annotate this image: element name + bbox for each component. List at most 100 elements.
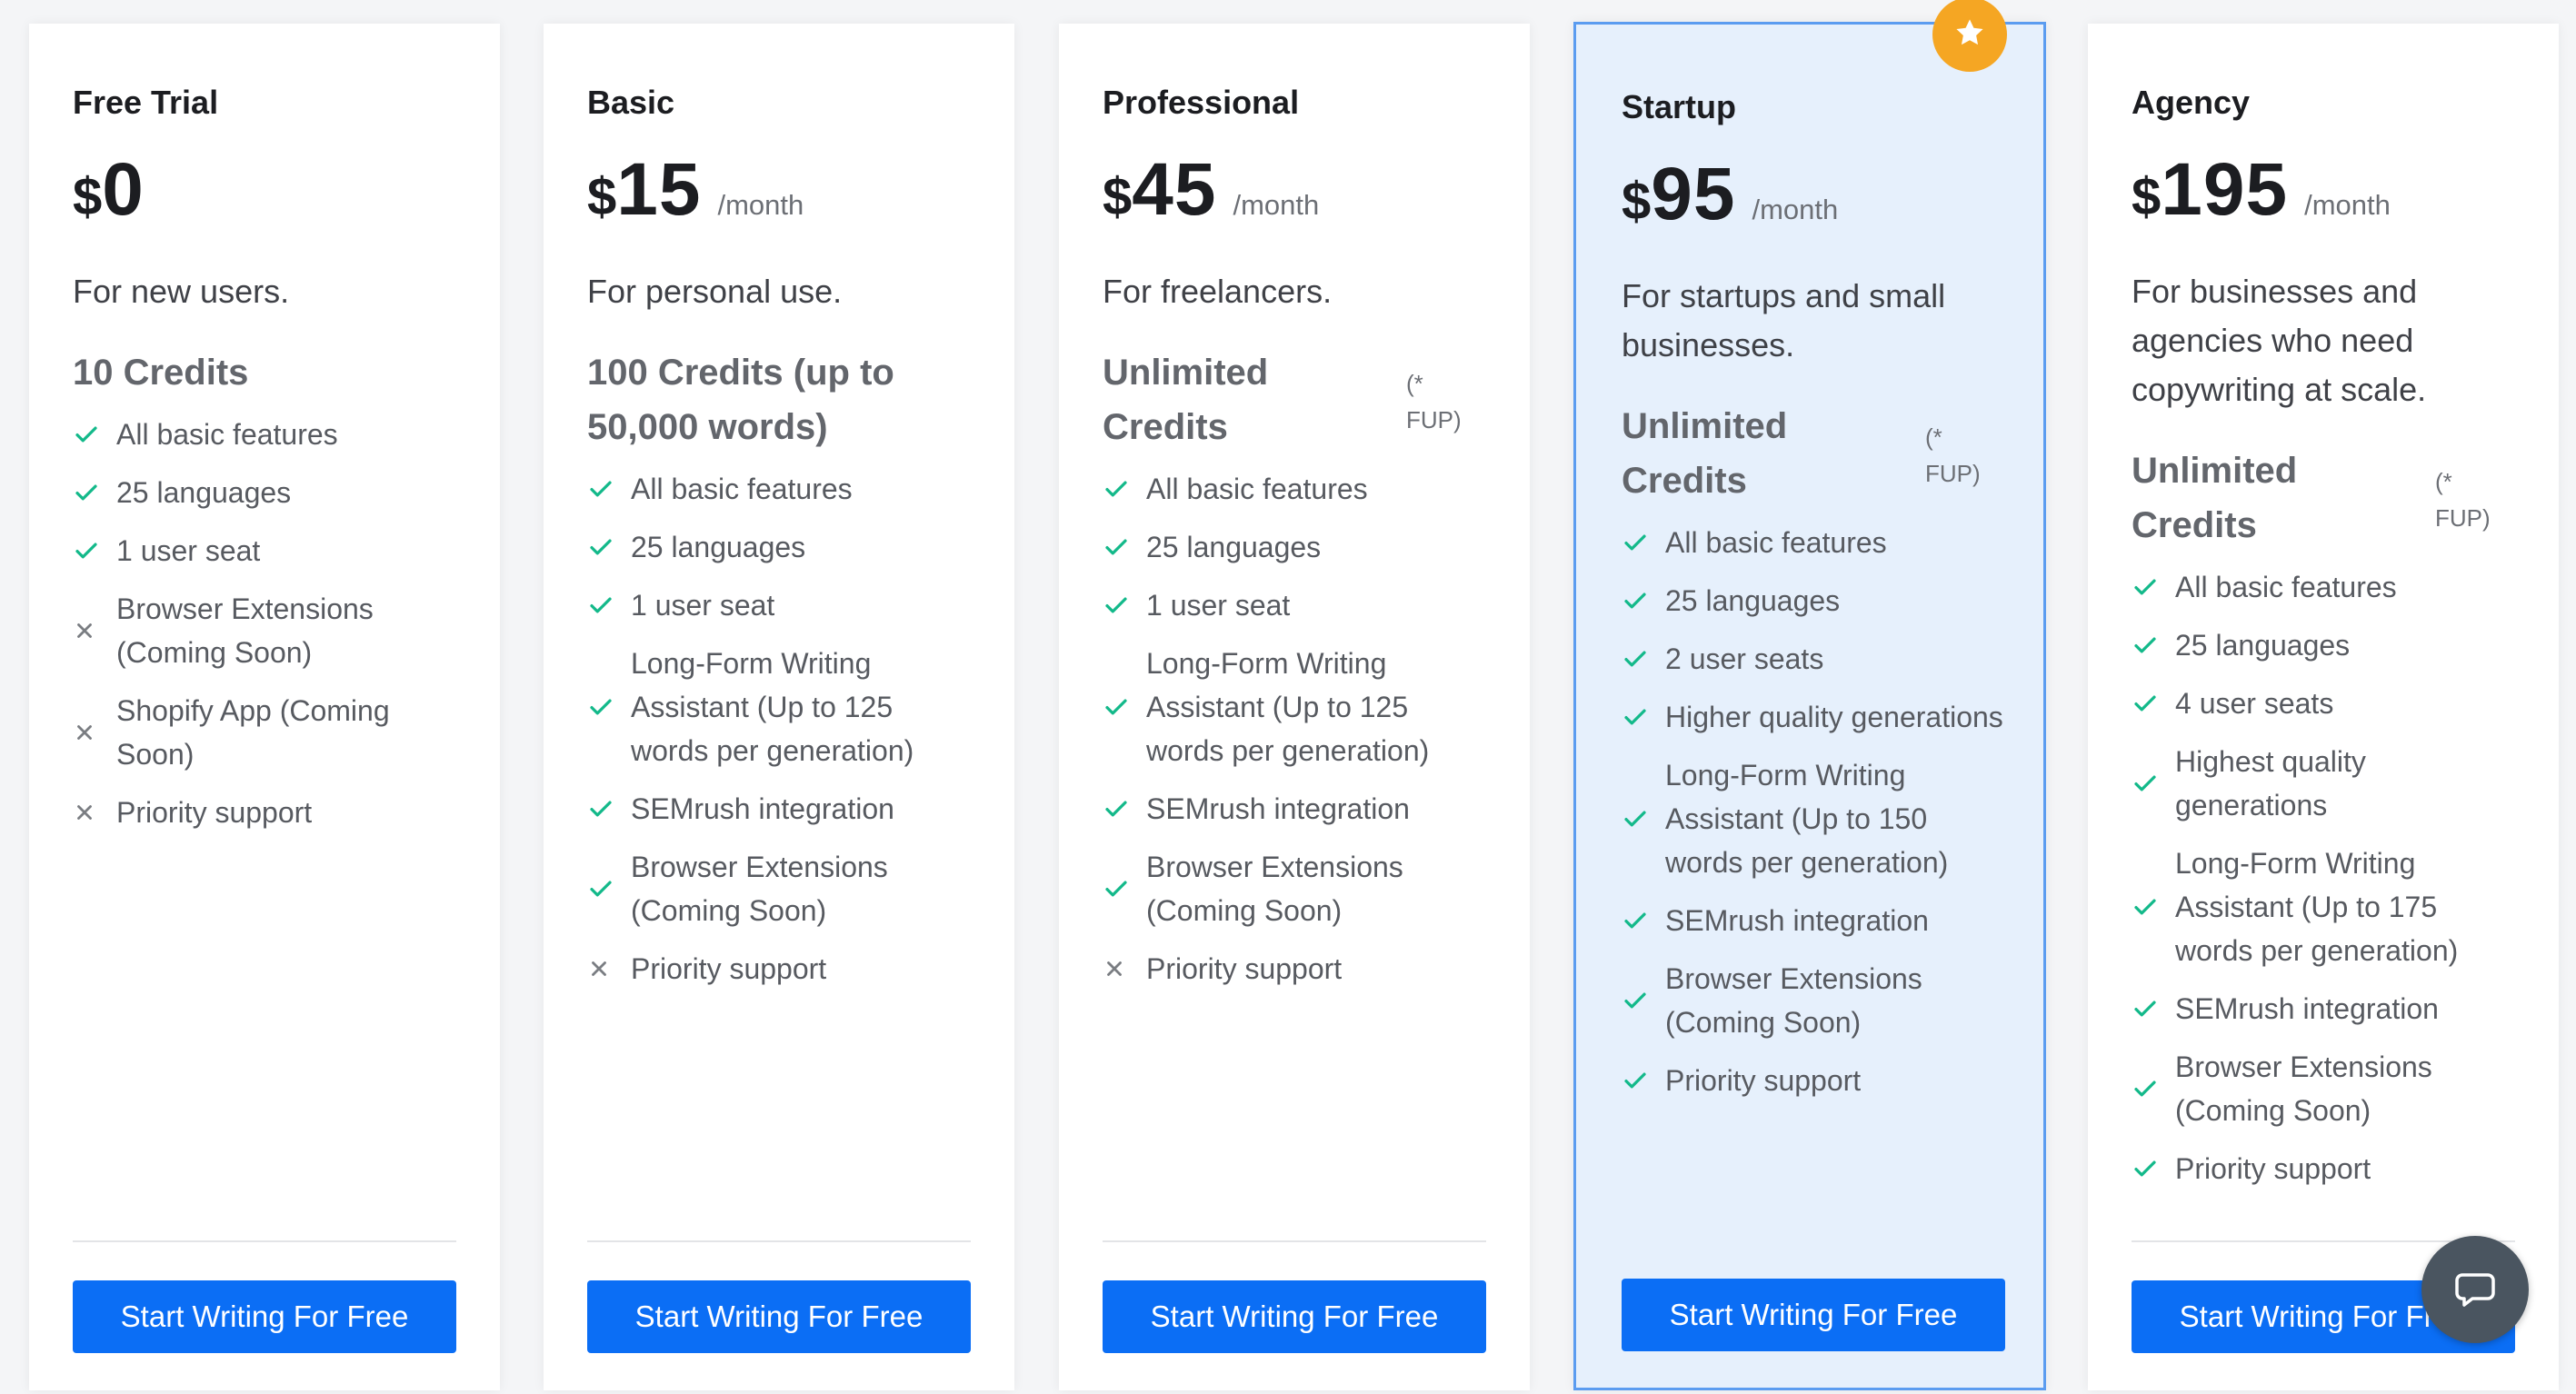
price-amount: 95	[1651, 153, 1736, 235]
feature-item: SEMrush integration	[1622, 899, 2012, 942]
plan-description: For businesses and agencies who need cop…	[2132, 273, 2427, 408]
plan-description: For personal use.	[587, 273, 843, 310]
check-icon	[1103, 475, 1146, 503]
cross-icon	[73, 619, 116, 642]
feature-item: SEMrush integration	[2132, 987, 2522, 1031]
feature-text: Long-Form Writing Assistant (Up to 150 w…	[1665, 759, 1949, 879]
feature-item: Long-Form Writing Assistant (Up to 150 w…	[1622, 753, 2012, 884]
price-currency: $	[587, 167, 617, 226]
feature-item: Higher quality generations	[1622, 695, 2012, 739]
feature-text: All basic features	[1665, 526, 1887, 559]
check-icon	[1622, 1067, 1665, 1094]
feature-item: Priority support	[2132, 1147, 2522, 1190]
pricing-card-professional: Professional $ 45 /month For freelancers…	[1059, 24, 1530, 1390]
feature-item: 25 languages	[2132, 623, 2522, 667]
check-icon	[2132, 770, 2175, 797]
start-writing-button[interactable]: Start Writing For Free	[1103, 1280, 1486, 1353]
feature-text: 25 languages	[631, 531, 806, 563]
start-writing-button[interactable]: Start Writing For Free	[587, 1280, 971, 1353]
feature-text: SEMrush integration	[2175, 992, 2439, 1025]
cross-icon	[73, 721, 116, 744]
star-icon	[1952, 15, 1987, 55]
feature-item: 25 languages	[1622, 579, 2012, 622]
check-icon	[2132, 893, 2175, 921]
price-currency: $	[1622, 172, 1652, 231]
check-icon	[1622, 587, 1665, 614]
price-period: /month	[1752, 194, 1839, 225]
feature-item: 25 languages	[73, 471, 464, 514]
check-icon	[587, 533, 631, 561]
plan-description: For startups and small businesses.	[1622, 277, 1946, 363]
feature-text: SEMrush integration	[631, 792, 894, 825]
check-icon	[1622, 805, 1665, 832]
price: $ 195 /month	[2132, 147, 2391, 233]
price: $ 0	[73, 147, 145, 233]
feature-text: 25 languages	[2175, 629, 2351, 662]
feature-item: Browser Extensions (Coming Soon)	[73, 587, 464, 674]
feature-text: Long-Form Writing Assistant (Up to 175 w…	[2175, 847, 2459, 967]
feature-item: Browser Extensions (Coming Soon)	[2132, 1045, 2522, 1132]
feature-item: Highest quality generations	[2132, 740, 2522, 827]
plan-credits: 100 Credits (up to 50,000 words)	[587, 345, 969, 454]
feature-item: All basic features	[1622, 521, 2012, 564]
feature-text: 25 languages	[1665, 584, 1841, 617]
plan-credits: 10 Credits	[73, 345, 454, 400]
price-amount: 45	[1132, 148, 1217, 231]
feature-text: Browser Extensions (Coming Soon)	[1665, 962, 1922, 1039]
check-icon	[587, 592, 631, 619]
chat-icon	[2454, 1271, 2496, 1308]
feature-item: 1 user seat	[73, 529, 464, 573]
cross-icon	[73, 801, 116, 824]
feature-item: Priority support	[73, 791, 464, 834]
feature-text: All basic features	[2175, 571, 2397, 603]
card-divider	[587, 1240, 971, 1242]
feature-item: Shopify App (Coming Soon)	[73, 689, 464, 776]
pricing-card-startup: Startup $ 95 /month For startups and sma…	[1573, 0, 2046, 1390]
feature-text: Browser Extensions (Coming Soon)	[116, 592, 374, 669]
plan-description: For new users.	[73, 273, 290, 310]
check-icon	[2132, 573, 2175, 601]
feature-text: Priority support	[631, 952, 827, 985]
feature-item: All basic features	[587, 467, 978, 511]
plan-credits: Unlimited Credits (* FUP)	[1103, 345, 1484, 454]
plan-name: Free Trial	[73, 84, 219, 121]
cross-icon	[1103, 957, 1146, 981]
feature-item: 25 languages	[1103, 525, 1493, 569]
check-icon	[1622, 907, 1665, 934]
feature-text: 4 user seats	[2175, 687, 2334, 720]
feature-text: Highest quality generations	[2175, 745, 2366, 821]
feature-item: Long-Form Writing Assistant (Up to 125 w…	[1103, 642, 1493, 772]
check-icon	[73, 479, 116, 506]
cross-icon	[587, 957, 631, 981]
price-amount: 15	[616, 148, 702, 231]
feature-text: Priority support	[116, 796, 313, 829]
check-icon	[1622, 645, 1665, 672]
credits-title: 10 Credits	[73, 353, 249, 393]
feature-item: 25 languages	[587, 525, 978, 569]
chat-launcher-button[interactable]	[2421, 1236, 2529, 1343]
start-writing-button[interactable]: Start Writing For Free	[1622, 1279, 2005, 1351]
feature-item: Long-Form Writing Assistant (Up to 175 w…	[2132, 841, 2522, 972]
feature-text: Long-Form Writing Assistant (Up to 125 w…	[1146, 647, 1430, 767]
plan-name: Agency	[2132, 84, 2251, 121]
check-icon	[1622, 987, 1665, 1014]
price: $ 95 /month	[1622, 152, 1838, 237]
price: $ 45 /month	[1103, 147, 1319, 233]
check-icon	[1103, 592, 1146, 619]
feature-text: 1 user seat	[631, 589, 775, 622]
feature-list: All basic features 25 languages 2 user s…	[1622, 521, 2012, 1117]
feature-text: Priority support	[1146, 952, 1343, 985]
price-amount: 0	[102, 148, 145, 231]
start-writing-button[interactable]: Start Writing For Free	[73, 1280, 456, 1353]
feature-text: Higher quality generations	[1665, 701, 2003, 733]
feature-text: All basic features	[116, 418, 338, 451]
feature-item: Browser Extensions (Coming Soon)	[1103, 845, 1493, 932]
price-currency: $	[73, 167, 103, 226]
feature-item: All basic features	[73, 413, 464, 456]
check-icon	[1622, 703, 1665, 731]
check-icon	[1103, 875, 1146, 902]
check-icon	[2132, 632, 2175, 659]
feature-item: All basic features	[1103, 467, 1493, 511]
feature-item: 2 user seats	[1622, 637, 2012, 681]
price-period: /month	[2304, 189, 2391, 221]
